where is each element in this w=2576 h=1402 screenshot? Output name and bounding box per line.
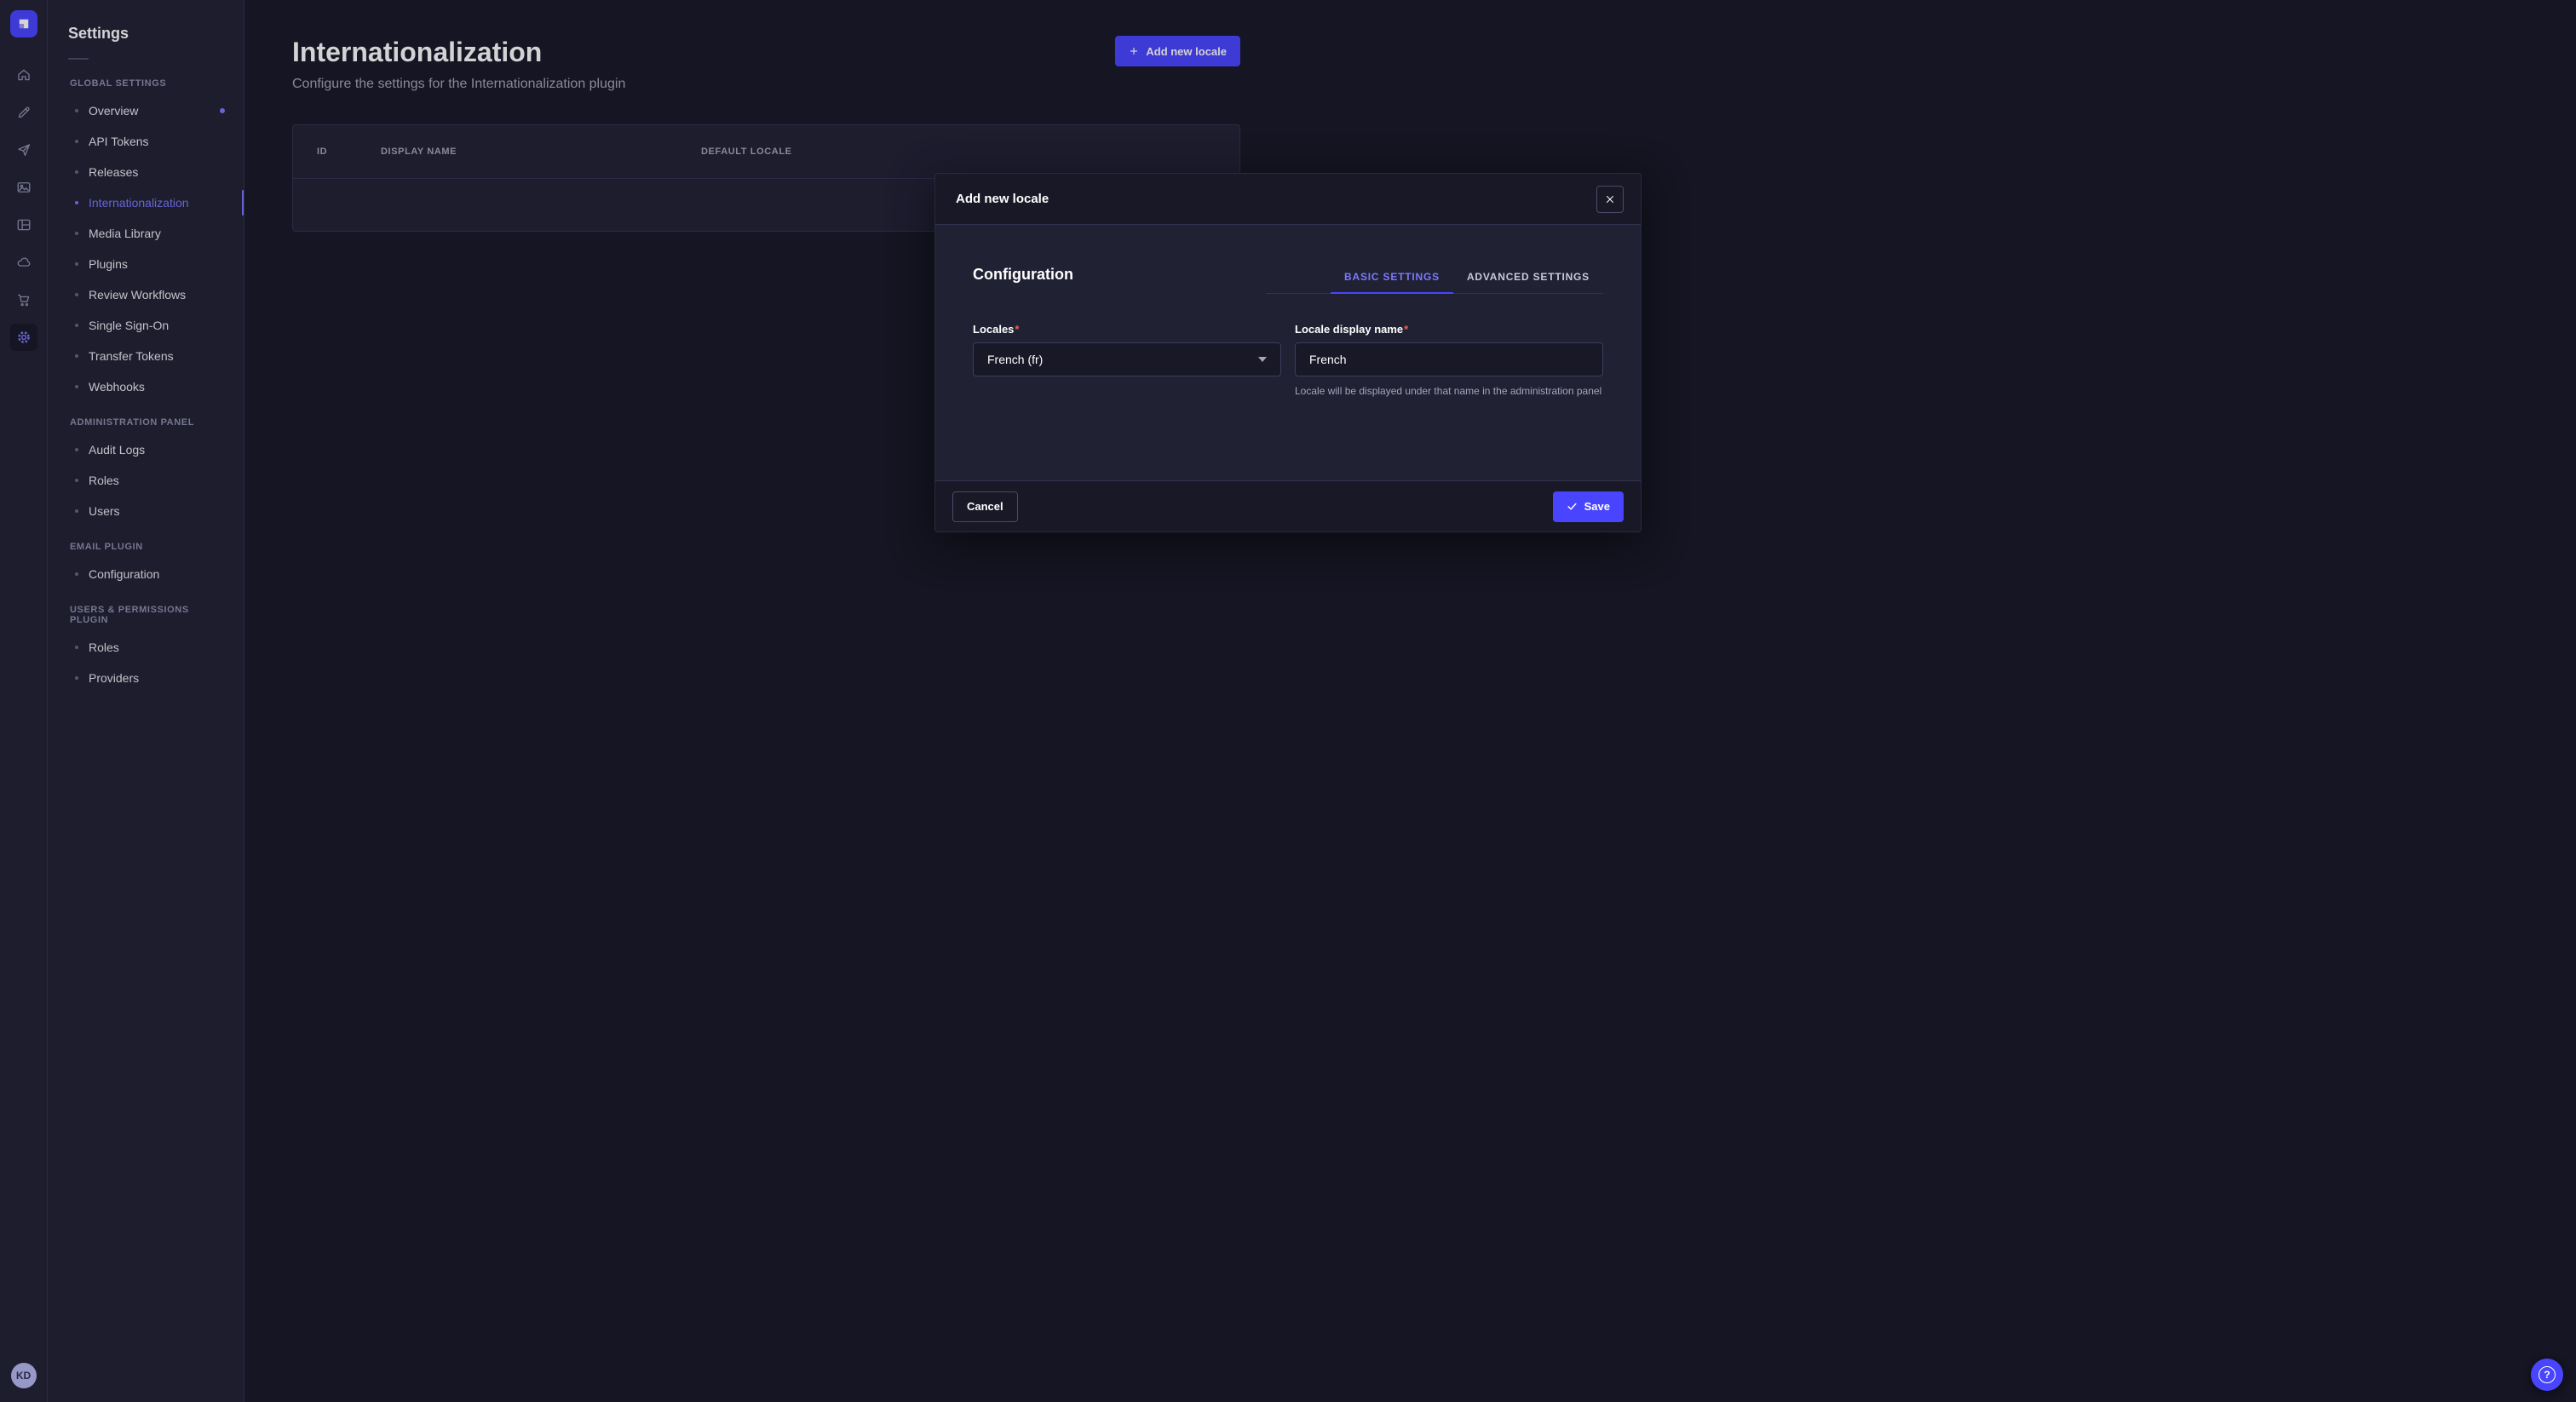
locales-field: Locales* French (fr) <box>973 323 1281 399</box>
required-asterisk: * <box>1015 323 1019 336</box>
configuration-row: Configuration BASIC SETTINGS ADVANCED SE… <box>973 262 1603 294</box>
modal-footer: Cancel Save <box>935 480 1641 531</box>
question-icon: ? <box>2539 1366 2556 1383</box>
chevron-down-icon <box>1258 357 1267 362</box>
add-locale-modal: Add new locale Configuration BASIC SETTI… <box>934 173 1642 532</box>
display-name-hint: Locale will be displayed under that name… <box>1295 384 1603 399</box>
save-button[interactable]: Save <box>1553 491 1624 522</box>
close-icon <box>1605 194 1615 204</box>
locales-label: Locales* <box>973 323 1281 336</box>
locales-select-value: French (fr) <box>987 353 1043 366</box>
save-label: Save <box>1584 500 1610 513</box>
required-asterisk: * <box>1404 323 1408 336</box>
tab-basic-settings[interactable]: BASIC SETTINGS <box>1331 262 1453 294</box>
form-fields: Locales* French (fr) Locale display name… <box>973 323 1603 399</box>
settings-tabs: BASIC SETTINGS ADVANCED SETTINGS <box>1266 262 1603 294</box>
display-name-field: Locale display name* Locale will be disp… <box>1295 323 1603 399</box>
modal-title: Add new locale <box>956 192 1049 206</box>
locales-select[interactable]: French (fr) <box>973 342 1281 376</box>
modal-body: Configuration BASIC SETTINGS ADVANCED SE… <box>935 225 1641 480</box>
close-button[interactable] <box>1596 186 1624 213</box>
tab-advanced-settings[interactable]: ADVANCED SETTINGS <box>1453 262 1603 293</box>
locale-display-name-input[interactable] <box>1295 342 1603 376</box>
configuration-title: Configuration <box>973 266 1073 294</box>
check-icon <box>1567 501 1578 512</box>
help-button[interactable]: ? <box>2531 1359 2563 1391</box>
modal-header: Add new locale <box>935 174 1641 225</box>
display-name-label: Locale display name* <box>1295 323 1603 336</box>
cancel-button[interactable]: Cancel <box>952 491 1018 522</box>
